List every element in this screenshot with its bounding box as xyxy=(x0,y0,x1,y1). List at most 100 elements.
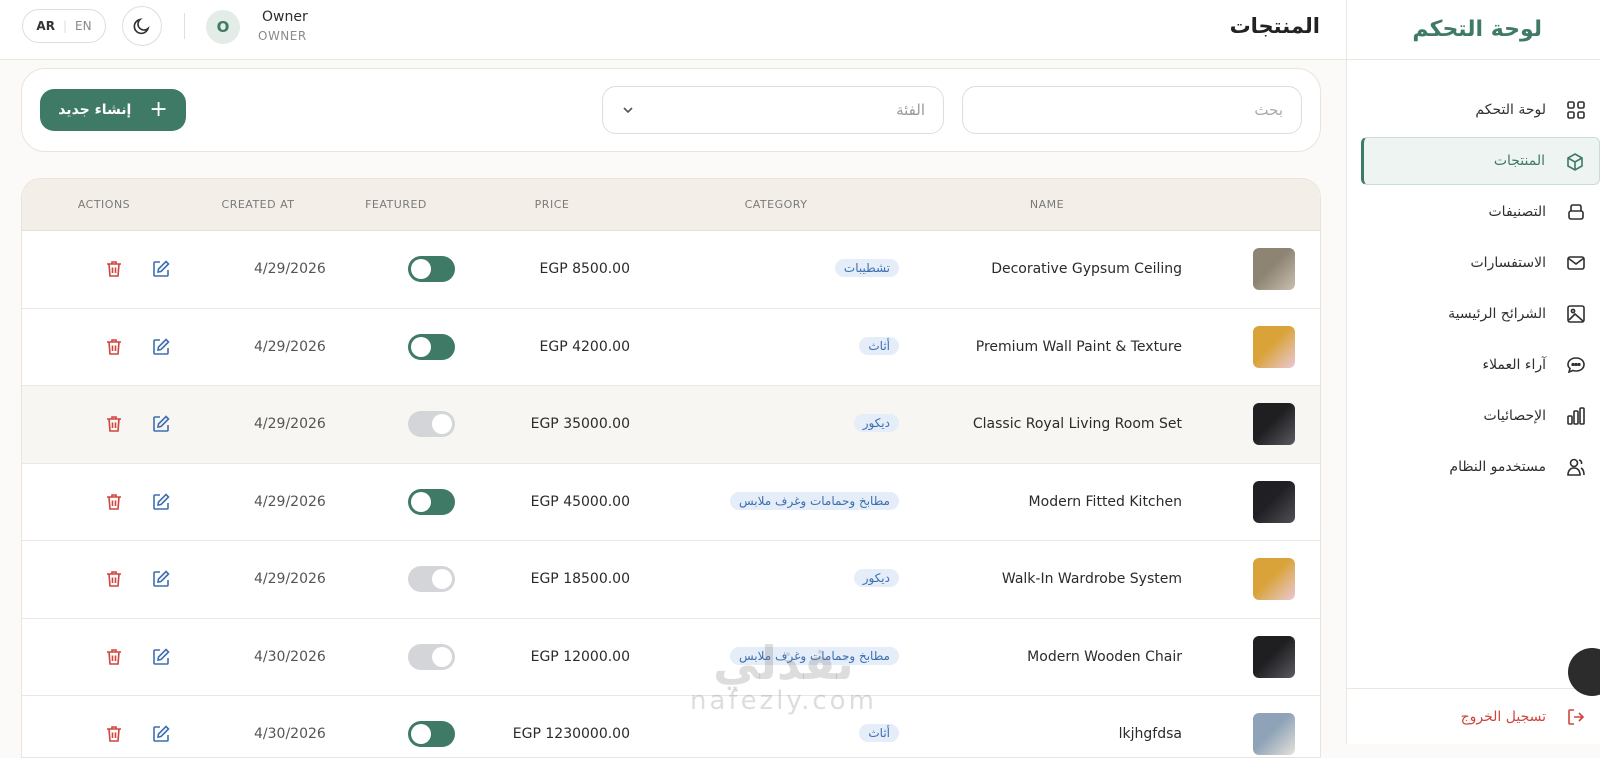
product-price: EGP 1230000.00 xyxy=(512,726,630,742)
edit-icon[interactable] xyxy=(151,337,171,357)
product-name: Modern Wooden Chair xyxy=(1027,648,1182,665)
edit-icon[interactable] xyxy=(151,414,171,434)
product-name: lkjhgfdsa xyxy=(1118,726,1182,742)
sidebar-item-users[interactable]: مستخدمو النظام xyxy=(1361,443,1600,491)
delete-icon[interactable] xyxy=(104,647,124,667)
created-date: 4/29/2026 xyxy=(254,571,326,587)
mail-icon xyxy=(1567,256,1585,270)
table-body: Decorative Gypsum Ceiling تشطيبات EGP 8500… xyxy=(22,231,1320,757)
product-thumbnail xyxy=(1253,325,1295,368)
column-header-name: NAME xyxy=(1029,198,1065,211)
table-row: Premium Wall Paint & Texture أثاث EGP 4200… xyxy=(22,309,1320,386)
lang-ar-option[interactable]: AR xyxy=(36,19,55,33)
product-thumbnail xyxy=(1253,403,1295,445)
toggle-knob xyxy=(432,569,452,589)
category-select-value: الفئة xyxy=(896,101,925,119)
user-role: OWNER xyxy=(258,29,307,43)
sidebar-item-label: التصنيفات xyxy=(1488,204,1547,220)
product-name: Premium Wall Paint & Texture xyxy=(975,338,1182,355)
delete-icon[interactable] xyxy=(104,337,124,357)
brand-title: لوحة التحكم xyxy=(1412,17,1542,42)
product-thumbnail xyxy=(1253,248,1295,290)
moon-icon xyxy=(133,18,150,35)
sidebar-item-dashboard[interactable]: لوحة التحكم xyxy=(1361,86,1600,134)
sidebar-item-inquiries[interactable]: الاستفسارات xyxy=(1361,239,1600,287)
product-price: EGP 12000.00 xyxy=(530,648,630,665)
image-icon xyxy=(1567,305,1585,323)
created-date: 4/29/2026 xyxy=(254,416,326,432)
sidebar-item-products[interactable]: المنتجات xyxy=(1361,137,1600,185)
sidebar-item-testimonials[interactable]: آراء العملاء xyxy=(1361,341,1600,389)
filter-bar: الفئة + إنشاء جديد xyxy=(21,68,1321,152)
sidebar-item-label: آراء العملاء xyxy=(1482,357,1546,373)
table-row: Decorative Gypsum Ceiling تشطيبات EGP 8500… xyxy=(22,231,1320,309)
grid-icon xyxy=(1567,101,1585,119)
user-name: Owner xyxy=(262,9,308,25)
product-price: EGP 45000.00 xyxy=(530,493,630,510)
column-header-featured: FEATURED xyxy=(365,198,427,211)
sidebar-item-label: المنتجات xyxy=(1493,153,1545,169)
featured-toggle[interactable] xyxy=(408,721,455,747)
featured-toggle[interactable] xyxy=(408,566,455,592)
box-icon xyxy=(1567,153,1583,171)
lang-divider: | xyxy=(62,19,67,33)
toggle-knob xyxy=(411,336,431,357)
product-name: Decorative Gypsum Ceiling xyxy=(991,261,1182,277)
edit-icon[interactable] xyxy=(151,492,171,512)
edit-icon[interactable] xyxy=(151,259,171,279)
layers-icon xyxy=(1568,204,1584,220)
delete-icon[interactable] xyxy=(104,492,124,512)
users-icon xyxy=(1567,458,1585,476)
featured-toggle[interactable] xyxy=(408,333,455,360)
category-badge: أثاث xyxy=(859,336,899,355)
toggle-knob xyxy=(411,259,431,279)
created-date: 4/29/2026 xyxy=(254,338,326,355)
search-input[interactable] xyxy=(962,86,1302,134)
sidebar-item-label: الشرائح الرئيسية xyxy=(1448,306,1546,322)
delete-icon[interactable] xyxy=(104,259,124,279)
lang-en-option[interactable]: EN xyxy=(75,19,92,33)
toggle-knob xyxy=(432,646,452,667)
page-title: المنتجات xyxy=(1229,14,1320,38)
category-badge: ديكور xyxy=(853,414,899,432)
sidebar-item-label: لوحة التحكم xyxy=(1475,102,1546,118)
featured-toggle[interactable] xyxy=(408,411,455,437)
bar-chart-icon xyxy=(1567,407,1585,425)
category-badge: تشطيبات xyxy=(834,259,899,277)
featured-toggle[interactable] xyxy=(408,643,455,670)
logout-icon xyxy=(1568,709,1585,725)
create-new-button[interactable]: + إنشاء جديد xyxy=(40,89,186,131)
category-select[interactable]: الفئة xyxy=(602,86,944,134)
sidebar-item-label: الاستفسارات xyxy=(1470,255,1547,271)
delete-icon[interactable] xyxy=(104,414,124,434)
product-price: EGP 8500.00 xyxy=(539,261,630,277)
column-header-actions: ACTIONS xyxy=(77,198,131,211)
product-price: EGP 35000.00 xyxy=(530,416,630,432)
sidebar-item-sliders[interactable]: الشرائح الرئيسية xyxy=(1361,290,1600,338)
table-row: Modern Wooden Chair مطابخ وحمامات وغرف مل… xyxy=(22,619,1320,696)
product-thumbnail xyxy=(1253,713,1295,755)
edit-icon[interactable] xyxy=(151,724,171,744)
column-header-price: PRICE xyxy=(534,198,570,211)
edit-icon[interactable] xyxy=(151,647,171,667)
table-row: Walk-In Wardrobe System ديكور EGP 18500.00… xyxy=(22,541,1320,619)
language-switcher[interactable]: AR | EN xyxy=(22,9,106,43)
edit-icon[interactable] xyxy=(151,569,171,589)
sidebar-item-categories[interactable]: التصنيفات xyxy=(1361,188,1600,236)
sidebar-nav: لوحة التحكم المنتجات التصنيفات الاستفسار… xyxy=(1347,60,1600,491)
product-thumbnail xyxy=(1253,558,1295,600)
featured-toggle[interactable] xyxy=(408,256,455,282)
sidebar-item-label: الإحصائيات xyxy=(1483,408,1546,424)
category-badge: مطابخ وحمامات وغرف ملابس xyxy=(729,646,899,665)
product-price: EGP 18500.00 xyxy=(530,571,630,587)
logout-button[interactable]: تسجيل الخروج xyxy=(1347,688,1600,744)
theme-toggle-button[interactable] xyxy=(122,6,162,46)
featured-toggle[interactable] xyxy=(408,488,455,515)
delete-icon[interactable] xyxy=(104,724,124,744)
delete-icon[interactable] xyxy=(104,569,124,589)
sidebar-item-statistics[interactable]: الإحصائيات xyxy=(1361,392,1600,440)
products-table: NAME CATEGORY PRICE FEATURED CREATED AT … xyxy=(21,178,1321,758)
chat-icon xyxy=(1567,357,1585,374)
created-date: 4/30/2026 xyxy=(254,648,326,665)
avatar[interactable]: O xyxy=(206,10,240,44)
